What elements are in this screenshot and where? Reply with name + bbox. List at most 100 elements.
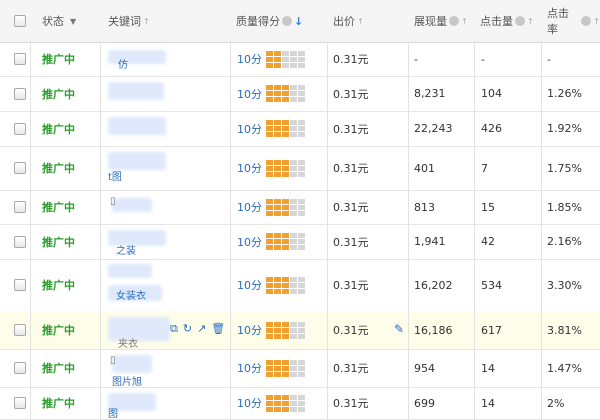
status-dropdown-icon[interactable]: ▼ (70, 17, 76, 26)
help-icon[interactable] (581, 16, 592, 26)
ctr-value: 1.47% (547, 361, 582, 375)
row-actions: ⧉ ↻ ↗ 🗑 (170, 322, 225, 336)
trend-icon[interactable]: ↗ (197, 322, 206, 336)
column-divider (474, 311, 475, 349)
row-checkbox[interactable] (14, 111, 26, 146)
ctr-value: 2% (547, 396, 565, 410)
quality-score[interactable]: 10分 (237, 360, 262, 376)
table-row[interactable]: 推广中 10分 0.31元 22,243 426 1.92% (0, 111, 600, 147)
column-divider (474, 146, 475, 190)
row-checkbox[interactable] (14, 76, 26, 111)
table-row[interactable]: 推广中 仿 10分 0.31元 - - - (0, 42, 600, 77)
quality-score[interactable]: 10分 (237, 160, 262, 176)
copy-icon[interactable]: ⧉ (170, 322, 178, 336)
sort-desc-icon[interactable]: ↓ (294, 15, 303, 28)
row-checkbox[interactable] (14, 349, 26, 387)
quality-bar-cell (266, 311, 305, 349)
bid-value[interactable]: 0.31元 (333, 360, 369, 376)
status-text[interactable]: 推广中 (42, 277, 75, 293)
table-row[interactable]: 推广中 女装衣 10分 0.31元 16,202 534 3.30% (0, 259, 600, 312)
keyword-link[interactable]: 女装衣 (116, 287, 146, 302)
bid-value[interactable]: 0.31元 (333, 160, 369, 176)
row-checkbox[interactable] (14, 190, 26, 224)
quality-score[interactable]: 10分 (237, 121, 262, 137)
status-text[interactable]: 推广中 (42, 234, 75, 250)
status-text-cell: 推广中 (42, 146, 75, 190)
quality-score[interactable]: 10分 (237, 234, 262, 250)
header-status-label: 状态 (42, 15, 64, 28)
sort-arrow-icon[interactable]: ↑ (527, 17, 534, 26)
table-row[interactable]: 推广中 ▯ 10分 0.31元 813 15 1.85% (0, 190, 600, 225)
keyword-link[interactable]: t图 (108, 168, 122, 183)
quality-score[interactable]: 10分 (237, 322, 262, 338)
clicks-value-cell: 15 (481, 190, 495, 224)
status-text[interactable]: 推广中 (42, 51, 75, 67)
quality-bar-icon (266, 85, 305, 102)
sort-arrow-icon[interactable]: ↑ (461, 17, 468, 26)
table-row[interactable]: 推广中 夹衣 ⧉ ↻ ↗ 🗑 ✎ 10分 0.31元 16,186 617 3.81% (0, 311, 600, 350)
table-row[interactable]: 推广中 10分 0.31元 8,231 104 1.26% (0, 76, 600, 112)
table-row[interactable]: 推广中 t图 10分 0.31元 401 7 1.75% (0, 146, 600, 191)
help-icon[interactable] (449, 16, 459, 26)
sort-arrow-icon[interactable]: ↑ (357, 17, 364, 26)
quality-score[interactable]: 10分 (237, 199, 262, 215)
delete-icon[interactable]: 🗑 (211, 322, 225, 336)
clicks-value: 14 (481, 396, 495, 410)
header-ctr[interactable]: 点击率 ↑ (547, 0, 600, 42)
help-icon[interactable] (282, 16, 292, 26)
status-text[interactable]: 推广中 (42, 86, 75, 102)
bid-value[interactable]: 0.31元 (333, 51, 369, 67)
edit-bid-icon[interactable]: ✎ (394, 322, 404, 336)
bid-value[interactable]: 0.31元 (333, 86, 369, 102)
column-divider (327, 42, 328, 76)
keyword-link[interactable]: 夹衣 (118, 335, 138, 350)
bid-value[interactable]: 0.31元 (333, 121, 369, 137)
status-text[interactable]: 推广中 (42, 360, 75, 376)
header-impressions[interactable]: 展现量 ↑ (414, 0, 468, 42)
row-checkbox[interactable] (14, 311, 26, 349)
quality-score[interactable]: 10分 (237, 277, 262, 293)
header-keyword[interactable]: 关键词 ↑ (108, 0, 150, 42)
status-text-cell: 推广中 (42, 111, 75, 146)
table-row[interactable]: 推广中图 10分 0.31元 699 14 2% (0, 387, 600, 420)
header-quality[interactable]: 质量得分 ↓ (236, 0, 303, 42)
help-icon[interactable] (515, 16, 525, 26)
bid-value[interactable]: 0.31元 (333, 277, 369, 293)
table-row[interactable]: 推广中 图片旭 ▯ 10分 0.31元 954 14 1.47% (0, 349, 600, 388)
header-status[interactable]: 状态 ▼ (42, 0, 76, 42)
select-all-checkbox[interactable] (14, 0, 28, 42)
status-text[interactable]: 推广中 (42, 322, 75, 338)
header-clicks[interactable]: 点击量 ↑ (480, 0, 534, 42)
column-divider (408, 387, 409, 419)
row-checkbox[interactable] (14, 224, 26, 259)
keyword-link[interactable]: 图片旭 (112, 373, 142, 388)
row-checkbox[interactable] (14, 42, 26, 76)
quality-score[interactable]: 10分 (237, 86, 262, 102)
clicks-value: 7 (481, 161, 488, 175)
sort-arrow-icon[interactable]: ↑ (593, 17, 600, 26)
status-text[interactable]: 推广中 (42, 199, 75, 215)
quality-score[interactable]: 10分 (237, 51, 262, 67)
status-text[interactable]: 推广中 (42, 395, 75, 411)
row-checkbox[interactable] (14, 259, 26, 311)
status-text[interactable]: 推广中 (42, 121, 75, 137)
column-divider (30, 311, 31, 349)
keyword-link[interactable]: 之装 (116, 242, 136, 257)
bid-value[interactable]: 0.31元 (333, 322, 369, 338)
sort-arrow-icon[interactable]: ↑ (143, 17, 150, 26)
row-checkbox[interactable] (14, 146, 26, 190)
column-divider (408, 224, 409, 259)
keyword-link[interactable]: 仿 (118, 56, 128, 71)
mobile-device-icon: ▯ (110, 355, 116, 366)
status-text[interactable]: 推广中 (42, 160, 75, 176)
refresh-icon[interactable]: ↻ (183, 322, 192, 336)
table-row[interactable]: 推广中 之装 10分 0.31元 1,941 42 2.16% (0, 224, 600, 260)
bid-value[interactable]: 0.31元 (333, 395, 369, 411)
header-bid[interactable]: 出价 ↑ (333, 0, 364, 42)
bid-value[interactable]: 0.31元 (333, 199, 369, 215)
keyword-link[interactable]: 图 (108, 405, 118, 420)
impressions-value: 16,186 (414, 323, 453, 337)
row-checkbox[interactable] (14, 387, 26, 419)
quality-score[interactable]: 10分 (237, 395, 262, 411)
bid-value[interactable]: 0.31元 (333, 234, 369, 250)
